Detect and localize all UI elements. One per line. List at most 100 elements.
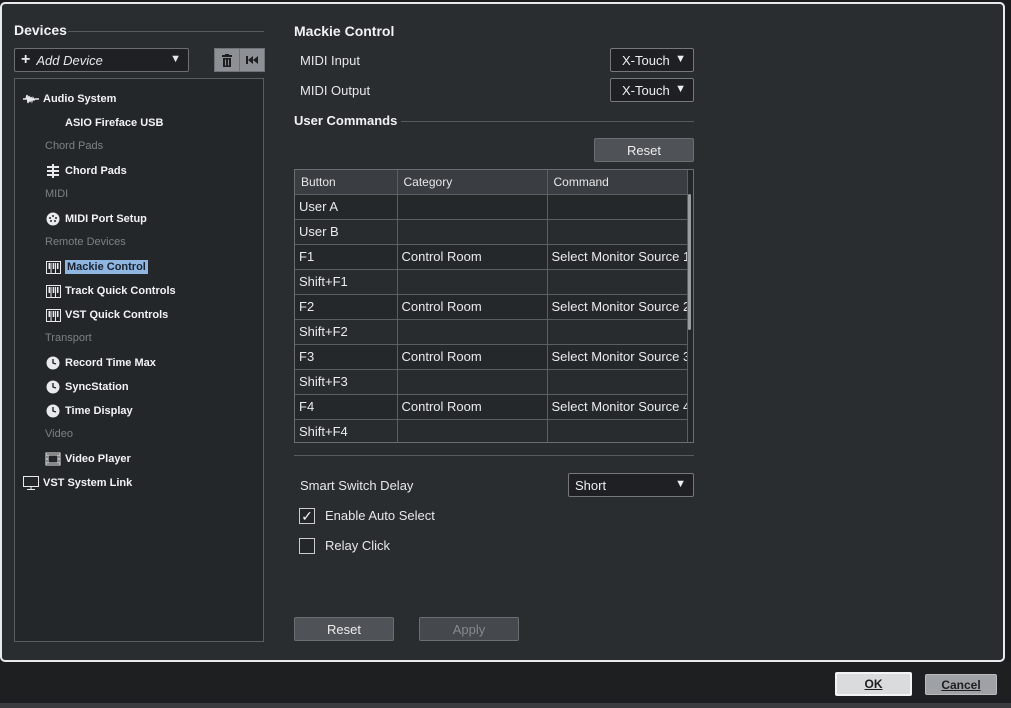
table-row[interactable]: F3 Control Room Select Monitor Source 3: [295, 344, 688, 370]
apply-button[interactable]: Apply: [419, 617, 519, 641]
table-row[interactable]: F1 Control Room Select Monitor Source 1: [295, 244, 688, 270]
table-row[interactable]: Shift+F3: [295, 369, 688, 395]
table-row[interactable]: User B: [295, 219, 688, 245]
relay-click-checkbox[interactable]: [299, 538, 315, 554]
add-device-label: Add Device: [36, 52, 103, 68]
button-cell[interactable]: Shift+F4: [295, 419, 398, 442]
category-cell[interactable]: Control Room: [397, 394, 548, 420]
tree-item-label: SyncStation: [65, 381, 129, 393]
options-divider: [294, 455, 694, 456]
tree-item-audio-system[interactable]: Audio System: [23, 90, 116, 108]
table-row[interactable]: Shift+F1: [295, 269, 688, 295]
chevron-down-icon: ▼: [675, 83, 686, 95]
table-row[interactable]: User A: [295, 194, 688, 220]
devices-divider: [68, 31, 264, 32]
enable-auto-select-checkbox[interactable]: ✓: [299, 508, 315, 524]
command-cell[interactable]: Select Monitor Source 4: [547, 394, 688, 420]
button-cell[interactable]: F2: [295, 294, 398, 320]
command-cell[interactable]: Select Monitor Source 3: [547, 344, 688, 370]
tree-category: Transport: [45, 332, 92, 344]
tree-category: Video: [45, 428, 73, 440]
category-cell[interactable]: Control Room: [397, 244, 548, 270]
chevron-down-icon: ▼: [675, 53, 686, 65]
category-cell[interactable]: [397, 194, 548, 220]
tree-item-syncstation[interactable]: SyncStation: [45, 378, 129, 396]
command-cell[interactable]: Select Monitor Source 2: [547, 294, 688, 320]
table-row[interactable]: F4 Control Room Select Monitor Source 4: [295, 394, 688, 420]
command-cell[interactable]: [547, 219, 688, 245]
button-cell[interactable]: Shift+F3: [295, 369, 398, 395]
user-commands-title: User Commands: [294, 113, 398, 128]
table-row[interactable]: Shift+F2: [295, 319, 688, 345]
category-cell[interactable]: [397, 269, 548, 295]
midi-input-label: MIDI Input: [300, 53, 360, 68]
reset-device-button[interactable]: [239, 48, 265, 72]
clock-icon: [45, 379, 61, 395]
tree-item-label: Mackie Control: [65, 260, 148, 274]
tree-category: Remote Devices: [45, 236, 126, 248]
command-cell[interactable]: [547, 369, 688, 395]
tree-item-mackie-control[interactable]: Mackie Control: [45, 258, 148, 276]
cancel-button[interactable]: Cancel: [925, 674, 997, 695]
midi-port-icon: [45, 211, 61, 227]
button-cell[interactable]: F1: [295, 244, 398, 270]
midi-input-value: X-Touch: [622, 52, 670, 68]
category-cell[interactable]: [397, 419, 548, 442]
tree-item-time-display[interactable]: Time Display: [45, 402, 133, 420]
audio-wave-icon: [23, 91, 39, 107]
smart-switch-delay-dropdown[interactable]: Short ▼: [568, 473, 694, 497]
column-header[interactable]: Command: [547, 170, 688, 195]
add-device-dropdown[interactable]: + Add Device ▼: [14, 48, 189, 72]
command-cell[interactable]: Select Monitor Source 1: [547, 244, 688, 270]
clock-icon: [45, 403, 61, 419]
tree-item-label: Video Player: [65, 453, 131, 465]
button-cell[interactable]: Shift+F1: [295, 269, 398, 295]
table-scrollbar[interactable]: [688, 194, 691, 330]
enable-auto-select-label: Enable Auto Select: [325, 508, 435, 523]
tree-item-track-quick-controls[interactable]: Track Quick Controls: [45, 282, 176, 300]
tree-item-chord-pads[interactable]: Chord Pads: [45, 162, 127, 180]
midi-input-dropdown[interactable]: X-Touch ▼: [610, 48, 694, 72]
tree-item-record-time-max[interactable]: Record Time Max: [45, 354, 156, 372]
command-cell[interactable]: [547, 269, 688, 295]
midi-output-dropdown[interactable]: X-Touch ▼: [610, 78, 694, 102]
film-icon: [45, 451, 61, 467]
tree-item-midi-port-setup[interactable]: MIDI Port Setup: [45, 210, 147, 228]
column-header[interactable]: Button: [295, 170, 398, 195]
tree-item-label: Track Quick Controls: [65, 285, 176, 297]
tree-item-video-player[interactable]: Video Player: [45, 450, 131, 468]
plus-icon: +: [21, 51, 31, 68]
command-cell[interactable]: [547, 319, 688, 345]
command-cell[interactable]: [547, 194, 688, 220]
trash-icon: [222, 53, 232, 67]
category-cell[interactable]: [397, 319, 548, 345]
category-cell[interactable]: Control Room: [397, 294, 548, 320]
tree-item-asio-fireface-usb[interactable]: ASIO Fireface USB: [65, 114, 163, 132]
table-row[interactable]: Shift+F4: [295, 419, 688, 442]
page-title: Mackie Control: [294, 23, 395, 39]
checkmark-icon: ✓: [301, 507, 313, 524]
category-cell[interactable]: Control Room: [397, 344, 548, 370]
midi-output-value: X-Touch: [622, 82, 670, 98]
button-cell[interactable]: Shift+F2: [295, 319, 398, 345]
chevron-down-icon: ▼: [170, 53, 181, 65]
delete-device-button[interactable]: [214, 48, 240, 72]
reset-commands-button[interactable]: Reset: [594, 138, 694, 162]
user-commands-table: Button Category Command User A User B F1 Cont…: [294, 169, 694, 443]
category-cell[interactable]: [397, 219, 548, 245]
button-cell[interactable]: F4: [295, 394, 398, 420]
button-cell[interactable]: User A: [295, 194, 398, 220]
column-header[interactable]: Category: [397, 170, 548, 195]
user-commands-divider: [401, 121, 694, 122]
command-cell[interactable]: [547, 419, 688, 442]
table-row[interactable]: F2 Control Room Select Monitor Source 2: [295, 294, 688, 320]
category-cell[interactable]: [397, 369, 548, 395]
ok-button[interactable]: OK: [835, 672, 912, 696]
tree-item-vst-system-link[interactable]: VST System Link: [23, 474, 132, 492]
reset-button[interactable]: Reset: [294, 617, 394, 641]
button-cell[interactable]: User B: [295, 219, 398, 245]
chevron-down-icon: ▼: [675, 478, 686, 490]
button-cell[interactable]: F3: [295, 344, 398, 370]
keyboard-icon: [45, 259, 61, 275]
tree-item-vst-quick-controls[interactable]: VST Quick Controls: [45, 306, 168, 324]
